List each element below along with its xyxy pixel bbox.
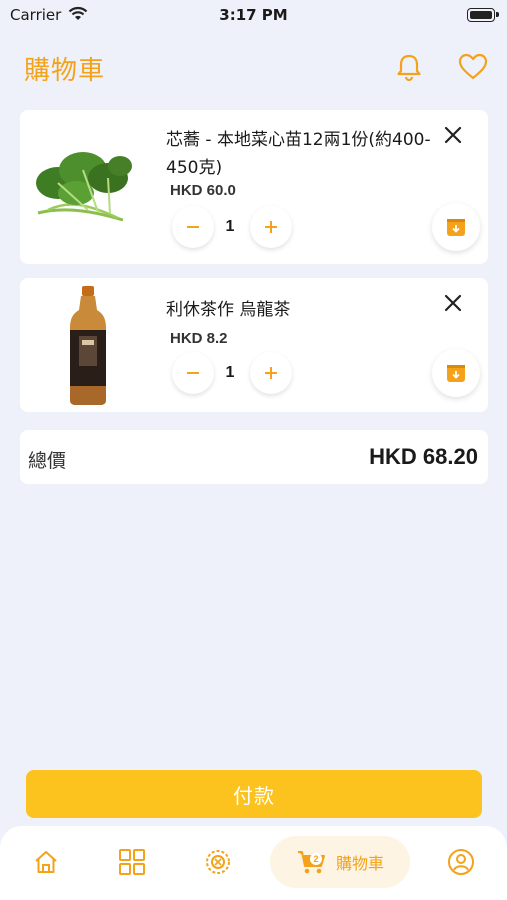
- remove-item-close-icon[interactable]: [440, 122, 466, 148]
- tab-scan[interactable]: [194, 836, 242, 888]
- home-icon: [35, 851, 57, 873]
- tab-profile[interactable]: [437, 836, 485, 888]
- tab-cart[interactable]: 2 購物車: [270, 836, 410, 888]
- quantity-value: 1: [225, 218, 235, 235]
- product-image-vegetable: [36, 152, 132, 222]
- minus-icon: [187, 226, 199, 228]
- save-for-later-button[interactable]: [432, 349, 480, 397]
- item-name: 利休茶作 烏龍茶: [166, 300, 291, 320]
- pay-button[interactable]: 付款: [26, 770, 482, 818]
- save-for-later-button[interactable]: [432, 203, 480, 251]
- decrease-quantity-button[interactable]: [172, 206, 214, 248]
- battery-icon: [467, 8, 499, 22]
- user-icon: [448, 849, 474, 875]
- minus-icon: [187, 372, 199, 374]
- quantity-value: 1: [225, 364, 235, 381]
- status-bar: Carrier 3:17 PM: [0, 0, 507, 32]
- decrease-quantity-button[interactable]: [172, 352, 214, 394]
- status-time: 3:17 PM: [219, 6, 288, 24]
- total-card: 總價 HKD 68.20: [20, 430, 488, 484]
- heart-icon[interactable]: [456, 50, 490, 84]
- plus-icon: [265, 367, 277, 379]
- item-price: HKD 8.2: [170, 330, 228, 347]
- bell-icon[interactable]: [392, 50, 426, 84]
- cart-icon: 2: [296, 848, 326, 876]
- tab-bar: 2 購物車: [0, 826, 507, 900]
- total-label: 總價: [28, 450, 67, 472]
- page-title: 購物車: [24, 56, 106, 86]
- cart-badge: 2: [309, 853, 322, 865]
- plus-icon: [265, 221, 277, 233]
- header: 購物車: [0, 44, 507, 90]
- increase-quantity-button[interactable]: [250, 352, 292, 394]
- cart-item-card: 芯蕎 - 本地菜心苗12兩1份(約400-450克) HKD 60.0 1: [20, 110, 488, 264]
- increase-quantity-button[interactable]: [250, 206, 292, 248]
- item-name: 芯蕎 - 本地菜心苗12兩1份(約400-450克): [166, 130, 431, 178]
- tab-cart-label: 購物車: [335, 854, 384, 873]
- tab-home[interactable]: [22, 836, 70, 888]
- product-image-tea-bottle: [70, 286, 106, 405]
- remove-item-close-icon[interactable]: [440, 290, 466, 316]
- total-value: HKD 68.20: [369, 444, 478, 469]
- scan-icon: [206, 850, 230, 874]
- archive-box-icon: [447, 365, 465, 382]
- grid-icon: [119, 849, 145, 875]
- item-price: HKD 60.0: [170, 182, 236, 199]
- tab-categories[interactable]: [108, 836, 156, 888]
- archive-box-icon: [447, 219, 465, 236]
- cart-item-card: 利休茶作 烏龍茶 HKD 8.2 1: [20, 278, 488, 412]
